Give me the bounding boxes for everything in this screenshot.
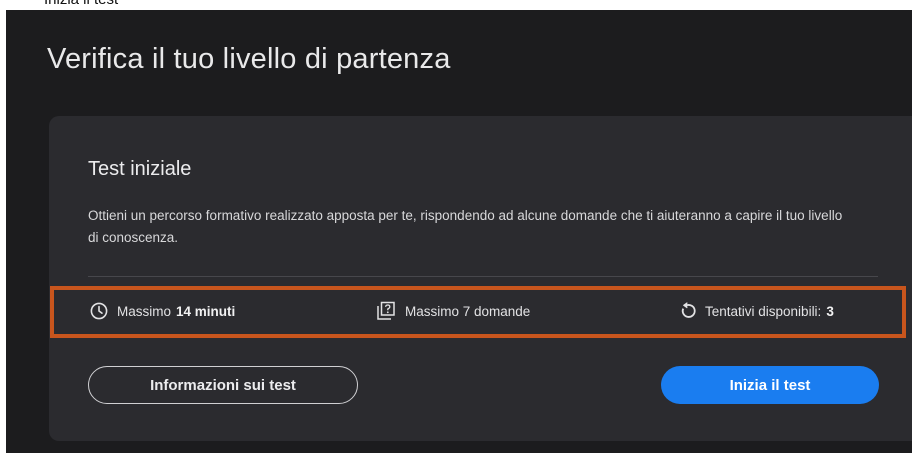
attempts-info: Tentativi disponibili: 3	[678, 298, 834, 324]
card-divider	[88, 276, 878, 277]
retry-icon	[681, 302, 696, 318]
duration-value: 14 minuti	[176, 303, 236, 319]
info-button[interactable]: Informazioni sui test	[88, 366, 358, 404]
top-strip-text: Inizia il test	[44, 0, 118, 8]
attempts-value: 3	[826, 303, 834, 319]
top-strip: Inizia il test	[0, 0, 912, 10]
clock-icon	[90, 302, 108, 320]
question-box-icon	[377, 301, 395, 320]
start-test-button[interactable]: Inizia il test	[661, 366, 879, 404]
questions-label: Massimo 7 domande	[405, 303, 531, 319]
card-title: Test iniziale	[88, 158, 192, 180]
attempts-label: Tentativi disponibili:	[705, 303, 822, 319]
questions-info: Massimo 7 domande	[376, 298, 530, 324]
page-title: Verifica il tuo livello di partenza	[47, 43, 451, 75]
duration-label: Massimo	[117, 303, 172, 319]
duration-info: Massimo 14 minuti	[90, 298, 235, 324]
card-description: Ottieni un percorso formativo realizzato…	[88, 208, 843, 245]
